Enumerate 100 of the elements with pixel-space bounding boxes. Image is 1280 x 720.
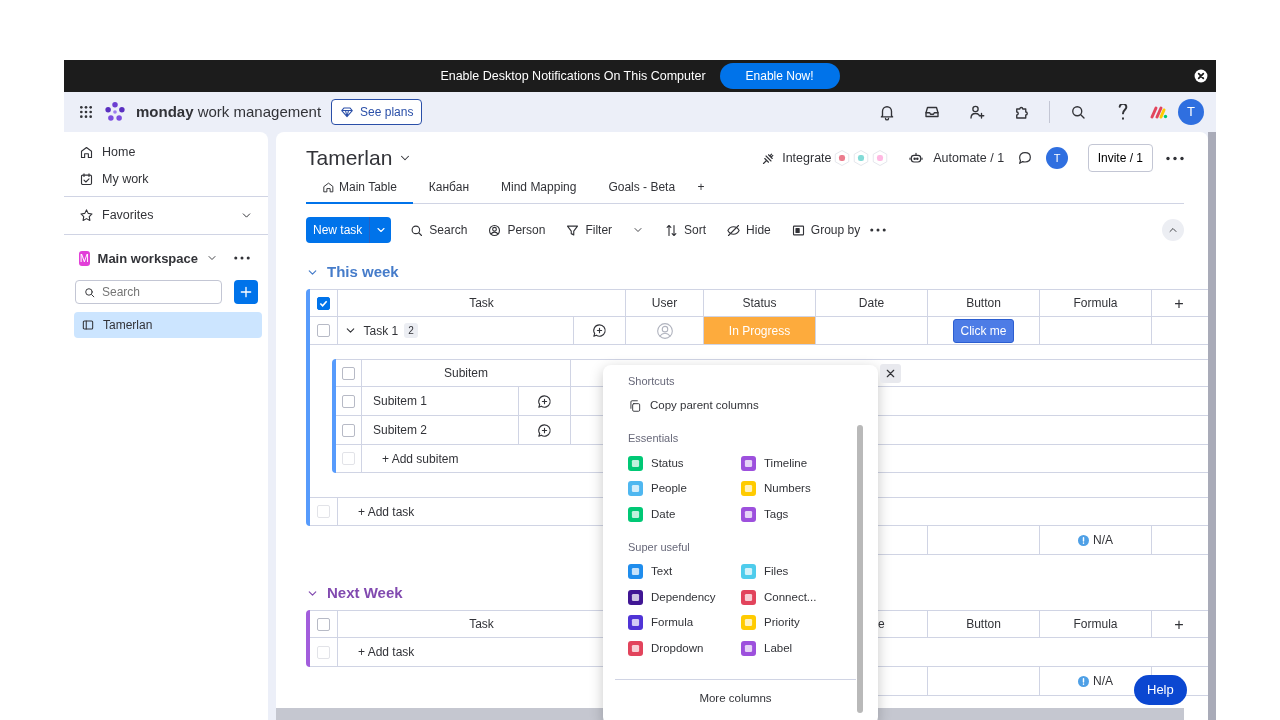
info-icon (1078, 534, 1089, 546)
toolbar-button[interactable]: Hide (716, 217, 781, 243)
section-title: Shortcuts (628, 373, 676, 389)
column-type-item[interactable]: Status (628, 450, 741, 476)
subitem-name[interactable]: Subitem 1 (373, 392, 428, 410)
view-tab[interactable]: Канбан (412, 178, 486, 204)
brand-name: monday work management (136, 101, 322, 122)
formula-value: N/A (1093, 532, 1113, 549)
subitem-name[interactable]: Subitem 2 (373, 421, 428, 439)
group-title[interactable]: This week (327, 260, 399, 284)
column-header: Status (704, 290, 816, 316)
app-icon (832, 149, 851, 167)
close-icon[interactable] (1194, 69, 1208, 83)
column-type-item[interactable]: Timeline (741, 450, 851, 476)
add-task-button[interactable]: + Add task (358, 643, 415, 661)
apps-menu-icon (78, 104, 94, 120)
section-title: Essentials (628, 431, 680, 447)
column-type-item[interactable]: Priority (741, 610, 851, 636)
help-button[interactable]: Help (1134, 675, 1187, 705)
add-subitem-button[interactable]: + Add subitem (382, 449, 459, 468)
column-type-item[interactable]: Text (628, 559, 741, 585)
group-title[interactable]: Next Week (327, 581, 403, 605)
calendar-icon (79, 171, 94, 187)
user-avatar[interactable]: T (1178, 99, 1204, 125)
column-type-item[interactable]: Dropdown (628, 635, 741, 661)
checkbox[interactable] (342, 394, 355, 408)
nav-item[interactable]: My work (64, 165, 268, 193)
help-icon[interactable] (1117, 104, 1128, 120)
column-type-item[interactable]: Connect... (741, 584, 851, 610)
notification-text: Enable Desktop Notifications On This Computer (440, 67, 706, 85)
column-type-item[interactable]: Label (741, 635, 851, 661)
toolbar-button[interactable]: Search (399, 217, 478, 243)
new-task-button[interactable]: New task (306, 217, 392, 243)
chat-icon (1017, 150, 1034, 166)
subitem-count: 2 (404, 323, 418, 338)
add-update-icon (536, 421, 553, 439)
column-type-item[interactable]: Copy parent columns (628, 393, 878, 419)
group-icon (790, 222, 806, 238)
toolbar-button[interactable]: Group by (780, 217, 871, 243)
automate-button[interactable]: Automate / 1 (933, 148, 1005, 168)
logo-icon (104, 101, 126, 123)
click-me-button[interactable]: Click me (953, 318, 1014, 343)
board-title[interactable]: Tamerlan (306, 142, 393, 174)
more-icon[interactable] (870, 228, 887, 232)
column-type-item[interactable]: Formula (628, 610, 741, 636)
checkbox[interactable] (317, 617, 330, 631)
column-header: Formula (1040, 611, 1152, 637)
column-type-item[interactable]: Tags (741, 501, 851, 527)
checkbox[interactable] (317, 296, 330, 310)
view-tab[interactable]: Mind Mapping (485, 178, 593, 204)
column-type-item[interactable]: Dependency (628, 584, 741, 610)
search-field[interactable]: Search (75, 279, 222, 304)
task-name[interactable]: Task 1 (363, 321, 399, 340)
nav-item[interactable]: Home (64, 138, 268, 166)
filter-icon (565, 222, 581, 238)
column-header: Task (338, 290, 626, 316)
column-header: Subitem (362, 360, 571, 386)
logo-icon (1150, 105, 1168, 119)
robot-icon (908, 150, 924, 166)
more-columns-button[interactable]: More columns (699, 692, 772, 704)
user-avatar: T (1046, 147, 1069, 169)
toolbar-button[interactable]: Person (477, 217, 556, 243)
add-view-button[interactable]: + (691, 178, 721, 204)
add-column-button[interactable]: + (1174, 611, 1184, 637)
column-header: Formula (1040, 290, 1152, 316)
toolbar-button[interactable]: Sort (654, 217, 717, 243)
hide-icon (726, 222, 742, 238)
add-column-button[interactable]: + (1174, 290, 1184, 316)
invite-member-icon (967, 103, 986, 121)
column-type-item[interactable]: Numbers (741, 476, 851, 502)
add-button[interactable] (234, 279, 258, 304)
view-tab[interactable]: Main Table (306, 178, 413, 204)
copy-icon (628, 398, 642, 413)
add-update-icon (536, 392, 553, 410)
close-icon (885, 368, 896, 379)
info-icon (1078, 675, 1089, 687)
view-tab[interactable]: Goals - Beta (592, 178, 692, 204)
more-icon[interactable] (234, 256, 250, 261)
integrate-button[interactable]: Integrate (782, 148, 832, 168)
app-icon (870, 149, 889, 167)
column-type-item[interactable]: Files (741, 559, 851, 585)
column-header: Button (928, 611, 1040, 637)
see-plans-button[interactable]: See plans (331, 99, 423, 125)
board-item[interactable]: Tamerlan (74, 311, 262, 338)
enable-button[interactable]: Enable Now! (719, 63, 840, 89)
checkbox[interactable] (342, 366, 355, 380)
checkbox[interactable] (317, 324, 330, 337)
add-task-button[interactable]: + Add task (358, 502, 415, 521)
checkbox[interactable] (342, 423, 355, 437)
invite-button[interactable]: Invite / 1 (1087, 144, 1153, 172)
person-icon (487, 222, 503, 238)
board-icon (81, 317, 95, 332)
column-type-item[interactable]: Date (628, 501, 741, 527)
more-icon[interactable] (1166, 155, 1184, 161)
close-button[interactable] (880, 364, 901, 383)
favorites-item[interactable]: Favorites (64, 201, 268, 229)
home-icon (322, 180, 335, 194)
toolbar-button[interactable]: Filter (555, 217, 655, 243)
workspace-name[interactable]: Main workspace (97, 248, 198, 268)
column-type-item[interactable]: People (628, 476, 741, 502)
